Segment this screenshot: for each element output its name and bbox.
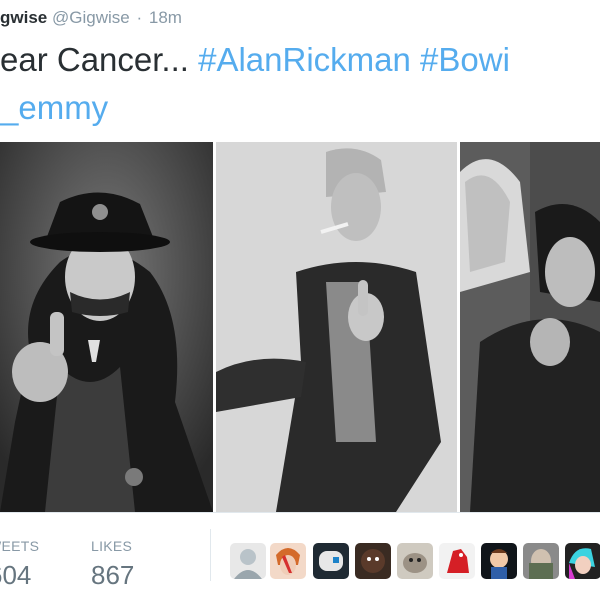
liker-avatars [230,543,600,579]
tweet-timestamp[interactable]: 18m [149,8,182,27]
tweet-text: ear Cancer... #AlanRickman #Bowi _emmy [0,36,600,132]
avatar-icon-9[interactable] [565,543,600,579]
tweet-text-line-1: ear Cancer... #AlanRickman #Bowi [0,36,600,84]
hashtag-lemmy[interactable]: _emmy [0,89,108,126]
avatar-icon-3[interactable] [313,543,349,579]
retweets-label: WEETS [0,538,40,554]
avatar-icon-6[interactable] [439,543,475,579]
tweet-header: gwise @Gigwise · 18m [0,6,182,30]
avatar-icon-2[interactable] [270,543,306,579]
likes-count: 867 [91,560,135,590]
stats-divider [210,529,211,581]
avatar-icon-8[interactable] [523,543,559,579]
avatar-icon-1[interactable] [230,543,266,579]
retweets-count: 604 [0,560,32,590]
tweet-text-plain: ear Cancer... [0,41,199,78]
photo-alan-rickman[interactable] [460,142,600,512]
avatar-icon-4[interactable] [355,543,391,579]
header-separator: · [136,8,143,27]
avatar-icon-5[interactable] [397,543,433,579]
hashtag-alanrickman[interactable]: #AlanRickman [198,41,411,78]
author-name[interactable]: gwise [0,8,47,27]
tweet-photos [0,142,600,512]
likes-stat[interactable]: LIKES 867 [91,537,134,590]
photo-lemmy[interactable] [0,142,213,512]
tweet-stats: WEETS 604 LIKES 867 [0,512,600,601]
avatar-icon-7[interactable] [481,543,517,579]
hashtag-bowie[interactable]: #Bowi [420,41,510,78]
photo-bowie[interactable] [216,142,457,512]
likes-label: LIKES [91,538,133,554]
tweet-text-line-2: _emmy [0,84,600,132]
retweets-stat[interactable]: WEETS 604 [0,537,39,590]
author-handle[interactable]: @Gigwise [52,8,130,27]
